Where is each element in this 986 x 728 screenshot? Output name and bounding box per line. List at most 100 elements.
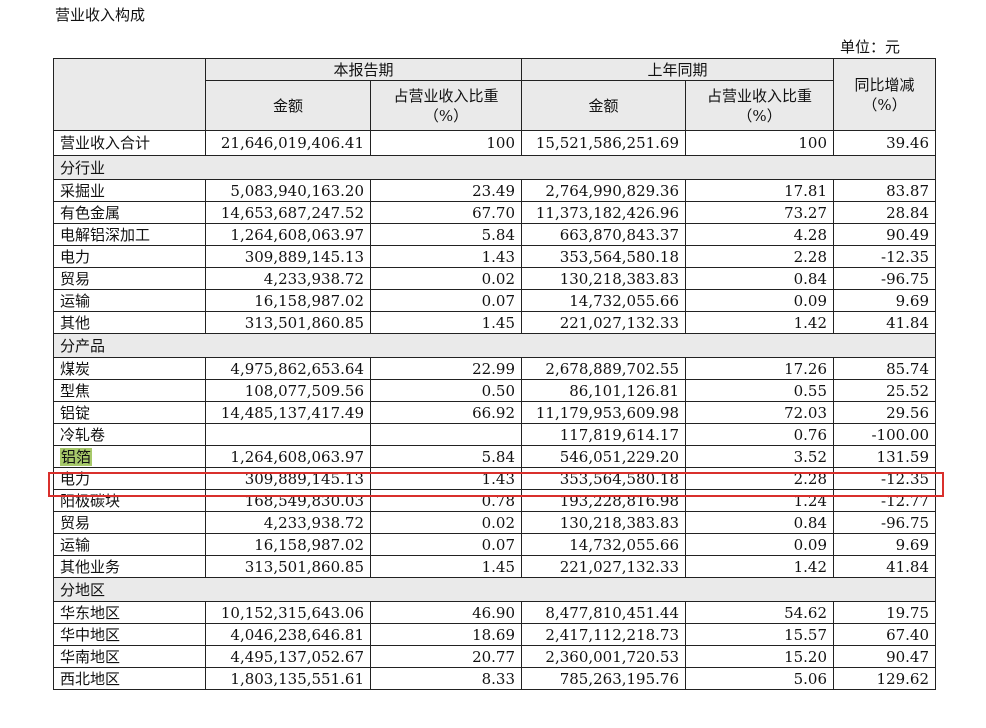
cell-cur-share — [369, 423, 523, 446]
header-row-1: 本报告期 上年同期 同比增减 （%） — [53, 58, 937, 131]
row-name-cell: 电解铝深加工 — [53, 223, 206, 246]
row-name-cell: 其他业务 — [53, 555, 206, 578]
cell-prior-amount: 546,051,229.20 — [521, 445, 687, 468]
section-title: 分行业 — [52, 155, 937, 180]
row-name: 铝锭 — [60, 403, 91, 422]
cell-prior-share: 15.20 — [685, 645, 835, 668]
section-title: 分产品 — [52, 333, 937, 358]
row-name-cell: 铝锭 — [53, 401, 206, 424]
cell-yoy: -12.35 — [833, 245, 937, 268]
total-row: 营业收入合计 21,646,019,406.41 100 15,521,586,251… — [53, 130, 937, 156]
cell-cur-amount: 4,233,938.72 — [205, 267, 371, 290]
cell-cur-amount: 1,264,608,063.97 — [205, 445, 371, 468]
cell-cur-share: 0.07 — [369, 533, 523, 556]
cell-cur-amount: 16,158,987.02 — [205, 289, 371, 312]
cell-prior-amount: 130,218,383.83 — [521, 267, 687, 290]
row-name-cell: 华东地区 — [53, 601, 206, 624]
cell-prior-amount: 353,564,580.18 — [521, 467, 687, 490]
table-row: 贸易 4,233,938.72 0.02 130,218,383.83 0.84 -96.… — [53, 511, 937, 534]
header-prior-share-unit: （%） — [737, 106, 782, 125]
row-name: 电解铝深加工 — [60, 225, 151, 244]
row-name-cell: 营业收入合计 — [53, 130, 206, 156]
row-name-cell: 贸易 — [53, 511, 206, 534]
cell-prior-share: 0.09 — [685, 289, 835, 312]
table-row: 贸易 4,233,938.72 0.02 130,218,383.83 0.84 -96.… — [53, 267, 937, 290]
cell-cur-amount: 5,083,940,163.20 — [205, 179, 371, 202]
row-name: 煤炭 — [60, 359, 91, 378]
row-name-cell: 运输 — [53, 533, 206, 556]
header-cur-share-unit: （%） — [423, 106, 469, 125]
table-row: 冷轧卷 117,819,614.17 0.76 -100.00 — [53, 423, 937, 446]
table-row: 铝锭 14,485,137,417.49 66.92 11,179,953,609.9… — [53, 401, 937, 424]
table-row: 其他业务 313,501,860.85 1.45 221,027,132.33 1.42… — [53, 555, 937, 578]
cell-cur-amount — [205, 423, 371, 446]
section-title: 分地区 — [52, 577, 937, 602]
table-row: 电解铝深加工 1,264,608,063.97 5.84 663,870,843.37… — [53, 223, 937, 246]
table-row: 煤炭 4,975,862,653.64 22.99 2,678,889,702.55 1… — [53, 357, 937, 380]
cell-yoy: 129.62 — [833, 667, 937, 690]
cell-cur-amount: 4,975,862,653.64 — [205, 357, 371, 380]
unit-label: 单位：元 — [840, 38, 901, 56]
row-name: 电力 — [60, 247, 91, 266]
cell-cur-share: 1.43 — [369, 467, 523, 490]
cell-prior-amount: 2,764,990,829.36 — [521, 179, 687, 202]
cell-cur-amount: 4,233,938.72 — [205, 511, 371, 534]
table-row: 华东地区 10,152,315,643.06 46.90 8,477,810,451.… — [53, 601, 937, 624]
cell-cur-share: 1.45 — [369, 555, 523, 578]
cell-prior-share: 2.28 — [685, 245, 835, 268]
cell-prior-amount: 221,027,132.33 — [521, 555, 687, 578]
cell-prior-share: 0.84 — [685, 267, 835, 290]
row-name: 西北地区 — [60, 669, 121, 688]
cell-cur-amount: 10,152,315,643.06 — [205, 601, 371, 624]
cell-cur-amount: 168,549,830.03 — [205, 489, 371, 512]
row-name-cell: 阳极碳块 — [53, 489, 206, 512]
row-name-cell: 华中地区 — [53, 623, 206, 646]
section-title: 营业收入构成 — [55, 6, 146, 24]
cell-cur-amount: 309,889,145.13 — [205, 245, 371, 268]
cell-yoy: 19.75 — [833, 601, 937, 624]
cell-cur-share: 22.99 — [369, 357, 523, 380]
cell-prior-amount: 15,521,586,251.69 — [521, 130, 687, 156]
header-cur-share-label: 占营业收入比重 — [393, 86, 499, 105]
row-name-cell: 华南地区 — [53, 645, 206, 668]
cell-prior-share: 17.26 — [685, 357, 835, 380]
row-name: 华南地区 — [60, 647, 121, 666]
cell-prior-amount: 2,678,889,702.55 — [521, 357, 687, 380]
cell-prior-share: 1.42 — [685, 555, 835, 578]
cell-cur-share: 5.84 — [369, 445, 523, 468]
table-row: 型焦 108,077,509.56 0.50 86,101,126.81 0.55 25.… — [53, 379, 937, 402]
cell-prior-share: 0.09 — [685, 533, 835, 556]
cell-cur-amount: 14,653,687,247.52 — [205, 201, 371, 224]
cell-yoy: -12.35 — [833, 467, 937, 490]
cell-yoy: 29.56 — [833, 401, 937, 424]
row-name: 铝箔 — [60, 447, 93, 466]
cell-prior-amount: 2,417,112,218.73 — [521, 623, 687, 646]
cell-yoy: 41.84 — [833, 555, 937, 578]
row-name: 阳极碳块 — [60, 491, 121, 510]
cell-prior-share: 5.06 — [685, 667, 835, 690]
cell-cur-share: 67.70 — [369, 201, 523, 224]
cell-prior-share: 0.84 — [685, 511, 835, 534]
cell-cur-share: 0.78 — [369, 489, 523, 512]
section-header-row: 分地区 — [52, 577, 937, 602]
cell-yoy: 90.47 — [833, 645, 937, 668]
table-row: 华南地区 4,495,137,052.67 20.77 2,360,001,720.5… — [53, 645, 937, 668]
header-prior-share: 占营业收入比重 （%） — [685, 80, 835, 131]
row-name: 华中地区 — [60, 625, 121, 644]
cell-prior-share: 1.42 — [685, 311, 835, 334]
cell-cur-share: 1.43 — [369, 245, 523, 268]
cell-yoy: -96.75 — [833, 267, 937, 290]
cell-cur-share: 8.33 — [369, 667, 523, 690]
cell-prior-share: 72.03 — [685, 401, 835, 424]
cell-yoy: 41.84 — [833, 311, 937, 334]
row-name: 其他 — [60, 313, 91, 332]
cell-yoy: 131.59 — [833, 445, 937, 468]
cell-yoy: 83.87 — [833, 179, 937, 202]
row-name: 运输 — [60, 535, 91, 554]
section-header-row: 分产品 — [52, 333, 937, 358]
cell-cur-amount: 313,501,860.85 — [205, 311, 371, 334]
cell-cur-share: 20.77 — [369, 645, 523, 668]
cell-cur-amount: 1,264,608,063.97 — [205, 223, 371, 246]
cell-yoy: 25.52 — [833, 379, 937, 402]
cell-prior-share: 73.27 — [685, 201, 835, 224]
